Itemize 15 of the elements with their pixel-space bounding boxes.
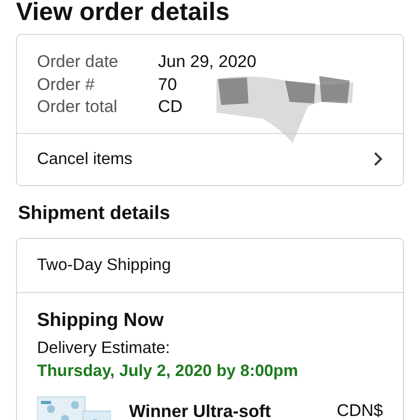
order-field-label: Order total: [37, 96, 118, 118]
page-title: View order details: [16, 0, 231, 25]
shipping-speed: Two-Day Shipping: [37, 256, 171, 274]
delivery-date: Thursday, July 2, 2020 by 8:00pm: [37, 360, 300, 382]
order-field-label: Order #: [37, 74, 96, 96]
product-price: CDN$: [336, 400, 383, 420]
section-heading: Shipment details: [18, 202, 172, 226]
cancel-items-link[interactable]: Cancel items: [17, 132, 403, 184]
order-field-value: Jun 29, 2020: [158, 51, 258, 73]
product-name[interactable]: Winner Ultra-soft: [129, 400, 337, 420]
order-field-label: Order date: [37, 51, 120, 73]
shipment-status: Shipping Now: [37, 308, 165, 332]
estimate-label: Delivery Estimate:: [37, 338, 171, 358]
order-field-value: CD: [158, 96, 184, 118]
order-field-value: 70: [158, 74, 178, 96]
